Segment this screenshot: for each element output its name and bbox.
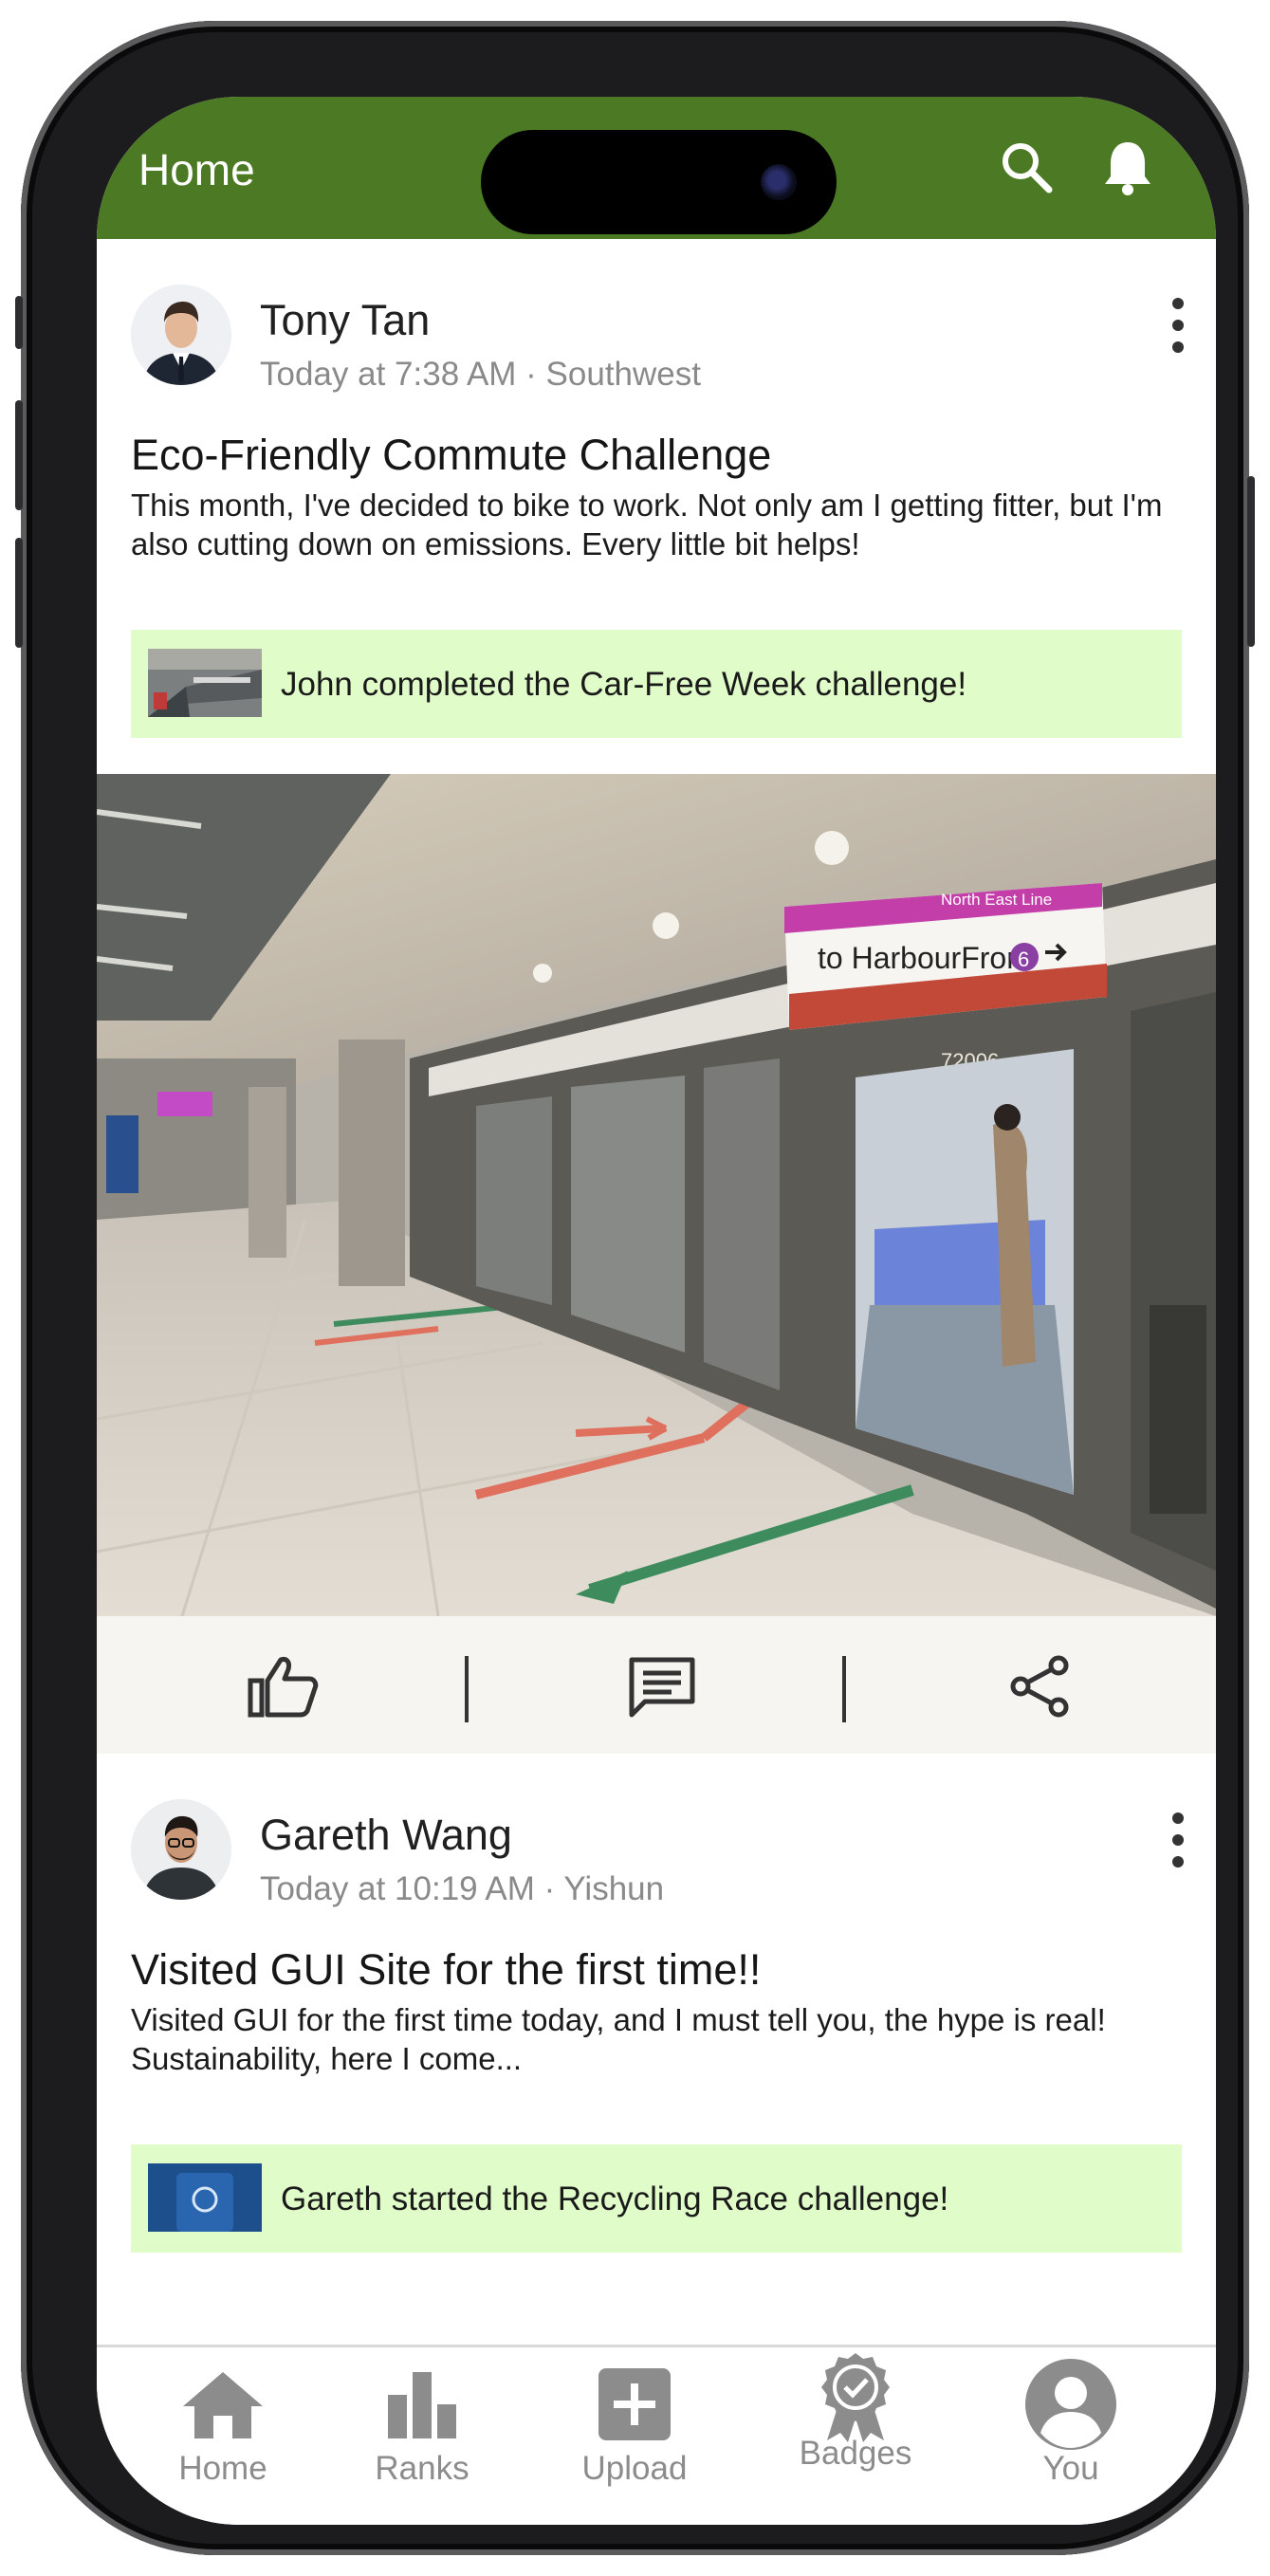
search-icon[interactable] (996, 137, 1057, 197)
post-body: Visited GUI Site for the first time!! Vi… (97, 1915, 1216, 2078)
divider (842, 1656, 846, 1722)
profile-icon (1025, 2359, 1116, 2450)
nav-home[interactable]: Home (128, 2366, 318, 2509)
post-card: Tony Tan Today at 7:38 AM · Southwest Ec… (97, 239, 1216, 1754)
avatar[interactable] (131, 285, 231, 385)
power-button (1247, 476, 1255, 647)
post-photo[interactable]: North East Line to HarbourFront 6 72006 (97, 774, 1216, 1616)
screen: Home Tony Tan Today at 7:38 AM · Southwe… (97, 97, 1216, 2525)
sign-line-text: North East Line (941, 891, 1052, 909)
post-body: Eco-Friendly Commute Challenge This mont… (97, 400, 1216, 563)
share-icon[interactable] (1003, 1654, 1076, 1719)
badges-icon (821, 2353, 890, 2442)
author-name[interactable]: Tony Tan (260, 296, 430, 345)
avatar[interactable] (131, 1799, 231, 1900)
divider (465, 1656, 469, 1722)
bottom-nav: Home Ranks Upload Badges You (97, 2345, 1216, 2525)
more-options-icon[interactable] (1161, 1811, 1195, 1869)
nav-badges[interactable]: Badges (761, 2353, 950, 2509)
home-icon (183, 2372, 263, 2438)
challenge-banner[interactable]: Gareth started the Recycling Race challe… (131, 2144, 1182, 2253)
post-card: Gareth Wang Today at 10:19 AM · Yishun V… (97, 1754, 1216, 2253)
camera-icon (761, 164, 797, 200)
volume-down-button (15, 538, 23, 648)
nav-ranks[interactable]: Ranks (327, 2366, 517, 2509)
nav-label: You (1042, 2450, 1099, 2487)
banner-text: Gareth started the Recycling Race challe… (281, 2180, 949, 2217)
banner-thumbnail (148, 2163, 262, 2232)
post-text: Visited GUI for the first time today, an… (131, 2002, 1106, 2076)
nav-you[interactable]: You (976, 2359, 1166, 2509)
nav-label: Home (178, 2450, 267, 2487)
upload-icon (598, 2368, 671, 2440)
challenge-banner[interactable]: John completed the Car-Free Week challen… (131, 630, 1182, 738)
page-title: Home (138, 145, 255, 194)
post-title: Eco-Friendly Commute Challenge (131, 431, 772, 479)
author-name[interactable]: Gareth Wang (260, 1811, 512, 1860)
ranks-icon (388, 2372, 456, 2438)
post-header: Tony Tan Today at 7:38 AM · Southwest (97, 239, 1216, 400)
mute-switch (15, 296, 23, 349)
bell-icon[interactable] (1097, 137, 1158, 197)
nav-label: Badges (799, 2435, 912, 2472)
nav-label: Ranks (375, 2450, 469, 2487)
banner-thumbnail (148, 649, 262, 717)
comment-icon[interactable] (626, 1654, 698, 1719)
like-icon[interactable] (247, 1654, 319, 1719)
sign-line-number: 6 (1018, 948, 1029, 971)
banner-text: John completed the Car-Free Week challen… (281, 666, 967, 703)
volume-up-button (15, 400, 23, 510)
more-options-icon[interactable] (1161, 296, 1195, 355)
post-actions (97, 1616, 1216, 1754)
feed[interactable]: Tony Tan Today at 7:38 AM · Southwest Ec… (97, 239, 1216, 2345)
post-title: Visited GUI Site for the first time!! (131, 1945, 762, 1994)
sign-destination-text: to HarbourFront (818, 941, 1032, 975)
phone-frame: Home Tony Tan Today at 7:38 AM · Southwe… (15, 21, 1255, 2555)
post-meta: Today at 7:38 AM · Southwest (260, 356, 701, 393)
dynamic-island (481, 130, 837, 234)
post-header: Gareth Wang Today at 10:19 AM · Yishun (97, 1754, 1216, 1915)
post-meta: Today at 10:19 AM · Yishun (260, 1870, 665, 1907)
nav-upload[interactable]: Upload (540, 2366, 729, 2509)
nav-label: Upload (581, 2450, 688, 2487)
app-bar: Home (97, 97, 1216, 239)
post-text: This month, I've decided to bike to work… (131, 488, 1163, 561)
